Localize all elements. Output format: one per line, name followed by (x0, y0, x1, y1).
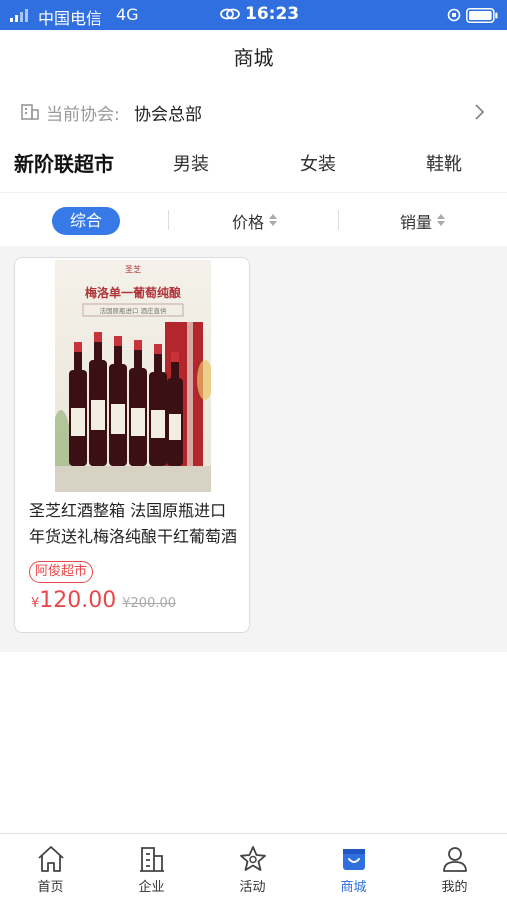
tab-label: 企业 (138, 880, 165, 895)
tab-label: 我的 (441, 880, 468, 895)
tab-enterprise[interactable]: 企业 (101, 834, 202, 900)
sort-sales-button[interactable]: 销量 (400, 209, 432, 233)
tab-category-1[interactable]: 男装 (173, 150, 209, 176)
tab-label: 首页 (37, 880, 64, 895)
orientation-lock-icon (447, 8, 461, 22)
tab-activity[interactable]: 活动 (202, 834, 303, 900)
sort-price-button[interactable]: 价格 (232, 209, 264, 233)
product-name-line1: 圣芝红酒整箱 法国原瓶进口 (29, 501, 227, 520)
product-card[interactable]: 圣芝 梅洛单一葡萄纯酿 法国原瓶进口 酒庄直供 圣芝红酒整箱 法国原瓶进口 年货… (14, 257, 250, 633)
product-name: 圣芝红酒整箱 法国原瓶进口 年货送礼梅洛纯酿干红葡萄酒 (29, 498, 241, 550)
price: ¥120.00 ¥200.00 (31, 588, 176, 613)
brand-text: 圣芝 (125, 264, 141, 274)
battery-icon (466, 8, 498, 23)
tab-category-0[interactable]: 新阶联超市 (14, 148, 114, 177)
association-selector[interactable]: 当前协会: 协会总部 (0, 92, 507, 132)
signal-icon (10, 9, 28, 22)
bottom-tab-bar: 首页 企业 活动 商城 我的 (0, 833, 507, 900)
page-title: 商城 (233, 46, 274, 70)
banner-text: 梅洛单一葡萄纯酿 (85, 285, 181, 300)
tab-label: 商城 (340, 880, 367, 895)
org-icon (21, 104, 39, 120)
tab-label: 活动 (239, 880, 266, 895)
association-label: 当前协会: (46, 105, 120, 125)
tab-mine[interactable]: 我的 (404, 834, 505, 900)
link-icon (220, 8, 240, 20)
product-name-line2: 年货送礼梅洛纯酿干红葡萄酒 (29, 527, 238, 546)
shop-badge: 阿俊超市 (29, 561, 94, 583)
tab-category-3[interactable]: 鞋靴 (426, 150, 462, 176)
category-tabs: 新阶联超市 男装 女装 鞋靴 (0, 142, 507, 186)
clock-time: 16:23 (245, 4, 300, 24)
sort-arrows-icon (269, 214, 277, 226)
network-type: 4G (116, 5, 139, 24)
shop-bag-icon (343, 849, 365, 870)
sort-all-button[interactable]: 综合 (52, 207, 120, 235)
association-value: 协会总部 (134, 105, 202, 125)
home-icon (38, 846, 64, 872)
divider (338, 210, 339, 230)
user-icon (443, 847, 467, 872)
sort-bar: 综合 价格 销量 (0, 192, 507, 246)
original-price: ¥200.00 (122, 596, 177, 611)
price-value: 120.00 (39, 588, 117, 613)
status-bar: 中国电信 4G 16:23 (0, 0, 507, 30)
tab-shop[interactable]: 商城 (303, 834, 404, 900)
building-icon (140, 847, 164, 872)
product-image: 圣芝 梅洛单一葡萄纯酿 法国原瓶进口 酒庄直供 (55, 260, 211, 492)
tab-home[interactable]: 首页 (0, 834, 101, 900)
divider (168, 210, 169, 230)
tab-category-2[interactable]: 女装 (300, 150, 336, 176)
star-icon (240, 846, 266, 871)
banner-subtext: 法国原瓶进口 酒庄直供 (99, 306, 167, 315)
sort-arrows-icon (437, 214, 445, 226)
carrier-name: 中国电信 (38, 9, 103, 28)
chevron-right-icon (475, 104, 485, 120)
